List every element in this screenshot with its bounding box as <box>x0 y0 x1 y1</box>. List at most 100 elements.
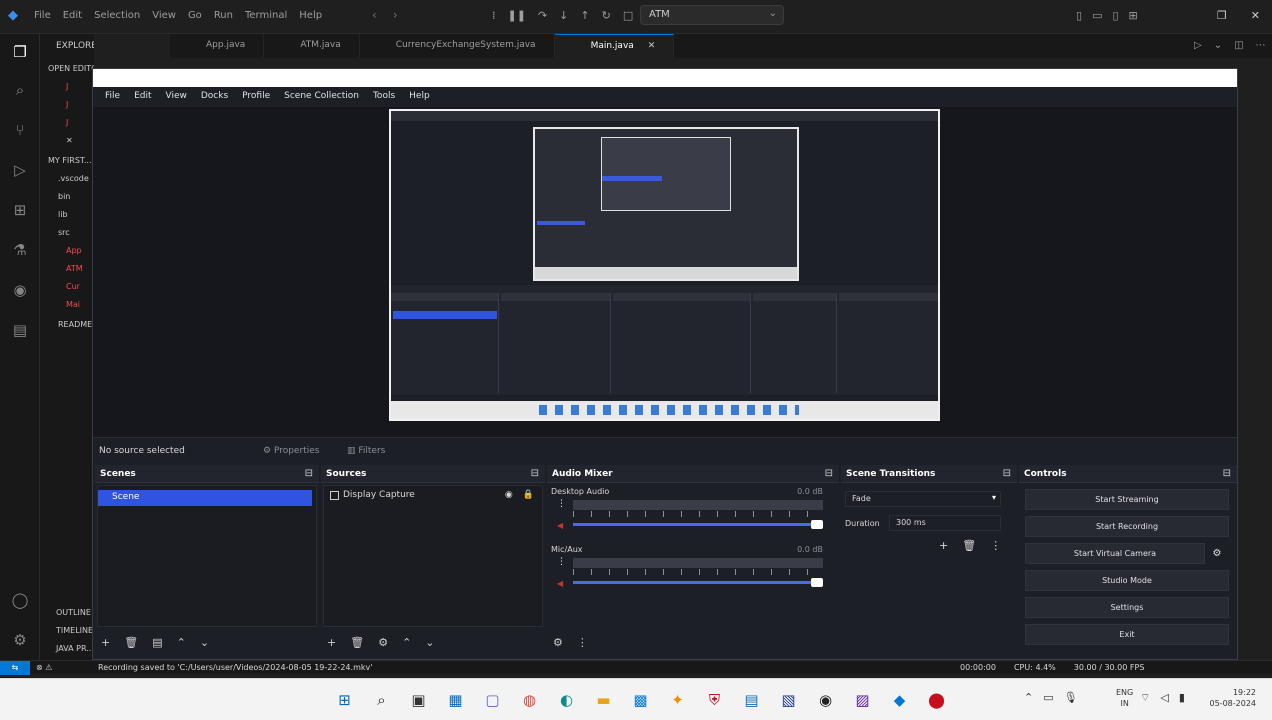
tree-item[interactable]: bin <box>58 192 70 201</box>
menu-selection[interactable]: Selection <box>94 10 140 21</box>
open-editor-close-icon[interactable]: ✕ <box>66 136 73 145</box>
open-editors-section[interactable]: OPEN EDITORS <box>48 64 94 73</box>
undock-icon[interactable]: ⊟ <box>1223 468 1231 479</box>
volume-slider-handle[interactable] <box>811 520 823 529</box>
step-over-icon[interactable]: ↷ <box>538 9 547 22</box>
edge-icon[interactable]: ◐ <box>554 688 579 713</box>
open-editor-item[interactable]: J <box>66 118 68 127</box>
chevron-down-icon[interactable]: ⌄ <box>1214 40 1222 51</box>
channel-menu-icon[interactable]: ⋮ <box>557 499 566 509</box>
language-indicator[interactable]: ENG IN <box>1116 687 1133 709</box>
obs-menu-edit[interactable]: Edit <box>134 91 151 107</box>
clock[interactable]: 19:22 05-08-2024 <box>1200 687 1257 709</box>
trash-icon[interactable]: 🗑 <box>350 636 364 649</box>
tree-item[interactable]: Cur <box>66 282 80 291</box>
tree-item[interactable]: README <box>58 320 92 329</box>
obs-menu-help[interactable]: Help <box>409 91 430 107</box>
menu-view[interactable]: View <box>152 10 176 21</box>
remote-icon[interactable]: ⇆ <box>0 661 30 675</box>
open-editor-item[interactable]: J <box>66 100 68 109</box>
tree-item-selected[interactable]: Mai <box>66 300 80 309</box>
calculator-icon[interactable]: ▤ <box>739 688 764 713</box>
tree-item[interactable]: App <box>66 246 82 255</box>
add-icon[interactable]: + <box>327 636 336 649</box>
move-up-icon[interactable]: ⌃ <box>177 636 186 649</box>
problems-indicator[interactable]: ⊗ ⚠ <box>36 663 52 672</box>
pause-icon[interactable]: ❚❚ <box>508 9 526 22</box>
menu-go[interactable]: Go <box>188 10 202 21</box>
task-view-icon[interactable]: ▣ <box>406 688 431 713</box>
duration-spinbox[interactable]: 300 ms <box>889 515 1001 531</box>
obs-menu-tools[interactable]: Tools <box>373 91 395 107</box>
start-virtual-camera-button[interactable]: Start Virtual Camera <box>1025 543 1205 564</box>
gear-icon[interactable]: ⚙ <box>378 636 388 649</box>
menu-edit[interactable]: Edit <box>63 10 82 21</box>
stop-icon[interactable]: □ <box>623 9 633 22</box>
gear-icon[interactable]: ⚙ <box>10 630 30 650</box>
tab-main-java[interactable]: Main.java ✕ <box>554 34 675 58</box>
eye-icon[interactable]: ◉ <box>505 490 513 500</box>
windows-start-icon[interactable]: ⊞ <box>332 688 357 713</box>
menu-help[interactable]: Help <box>299 10 322 21</box>
run-icon[interactable]: ▷ <box>1194 40 1202 51</box>
trash-icon[interactable]: 🗑 <box>962 539 976 552</box>
back-arrow-icon[interactable]: ‹ <box>372 8 377 22</box>
undock-icon[interactable]: ⊟ <box>825 468 833 479</box>
close-icon[interactable]: ✕ <box>1251 9 1260 22</box>
source-item[interactable]: Display Capture <box>330 490 415 500</box>
drag-handle-icon[interactable]: ⁞ <box>492 9 496 22</box>
transition-select[interactable]: Fade ▾ <box>845 491 1001 507</box>
run-debug-icon[interactable]: ▷ <box>10 160 30 180</box>
customize-layout-icon[interactable]: ⊞ <box>1129 9 1138 22</box>
split-editor-icon[interactable]: ◫ <box>1234 40 1243 51</box>
outline-section[interactable]: OUTLINE <box>56 608 91 617</box>
project-section[interactable]: MY FIRST... <box>48 156 92 165</box>
intellij-icon[interactable]: ▨ <box>850 688 875 713</box>
move-up-icon[interactable]: ⌃ <box>402 636 411 649</box>
terminal-icon[interactable]: ▧ <box>776 688 801 713</box>
undock-icon[interactable]: ⊟ <box>305 468 313 479</box>
obs-recording-icon[interactable]: ⬤ <box>924 688 949 713</box>
scene-item[interactable]: Scene <box>98 490 312 506</box>
obs-menu-file[interactable]: File <box>105 91 120 107</box>
mcafee-icon[interactable]: ⛨ <box>702 688 727 713</box>
mixer-menu-icon[interactable]: ⋮ <box>577 636 588 649</box>
command-center-search[interactable]: ATM ⌄ <box>640 5 784 25</box>
forward-arrow-icon[interactable]: › <box>393 8 398 22</box>
move-down-icon[interactable]: ⌄ <box>425 636 434 649</box>
channel-menu-icon[interactable]: ⋮ <box>557 557 566 567</box>
step-out-icon[interactable]: ↑ <box>580 9 589 22</box>
toggle-panel-icon[interactable]: ▭ <box>1092 9 1102 22</box>
file-explorer-icon[interactable]: ▬ <box>591 688 616 713</box>
restart-icon[interactable]: ↻ <box>602 9 611 22</box>
open-editor-item[interactable]: J <box>66 82 68 91</box>
wifi-icon[interactable]: ⌔ <box>1140 691 1150 705</box>
obs-menu-profile[interactable]: Profile <box>242 91 270 107</box>
obs-icon[interactable]: ◉ <box>813 688 838 713</box>
source-control-icon[interactable]: ⑂ <box>10 120 30 140</box>
step-into-icon[interactable]: ↓ <box>559 9 568 22</box>
lock-icon[interactable]: 🔒 <box>523 490 534 500</box>
start-streaming-button[interactable]: Start Streaming <box>1025 489 1229 510</box>
speaker-icon[interactable]: ◀ <box>557 521 563 530</box>
speaker-icon[interactable]: ◀ <box>557 579 563 588</box>
timeline-section[interactable]: TIMELINE <box>56 626 93 635</box>
tab-atm-java[interactable]: ATM.java <box>264 34 360 58</box>
restore-icon[interactable]: ❐ <box>1217 9 1227 22</box>
tree-item[interactable]: src <box>58 228 70 237</box>
volume-slider[interactable] <box>573 581 823 584</box>
edge-icon[interactable]: ◉ <box>10 280 30 300</box>
close-tab-icon[interactable]: ✕ <box>648 41 656 51</box>
tree-item[interactable]: lib <box>58 210 68 219</box>
search-icon[interactable]: ⌕ <box>10 80 30 100</box>
obs-menu-docks[interactable]: Docks <box>201 91 228 107</box>
more-icon[interactable]: ⋮ <box>990 539 1001 552</box>
teams-chat-icon[interactable]: ▢ <box>480 688 505 713</box>
explorer-icon[interactable]: ❐ <box>10 42 30 62</box>
properties-button[interactable]: ⚙ Properties <box>263 446 319 456</box>
widgets-icon[interactable]: ▦ <box>443 688 468 713</box>
menu-file[interactable]: File <box>34 10 51 21</box>
tab-currency-java[interactable]: CurrencyExchangeSystem.java <box>360 34 555 58</box>
menu-run[interactable]: Run <box>214 10 233 21</box>
more-icon[interactable]: ⋯ <box>1256 40 1266 51</box>
